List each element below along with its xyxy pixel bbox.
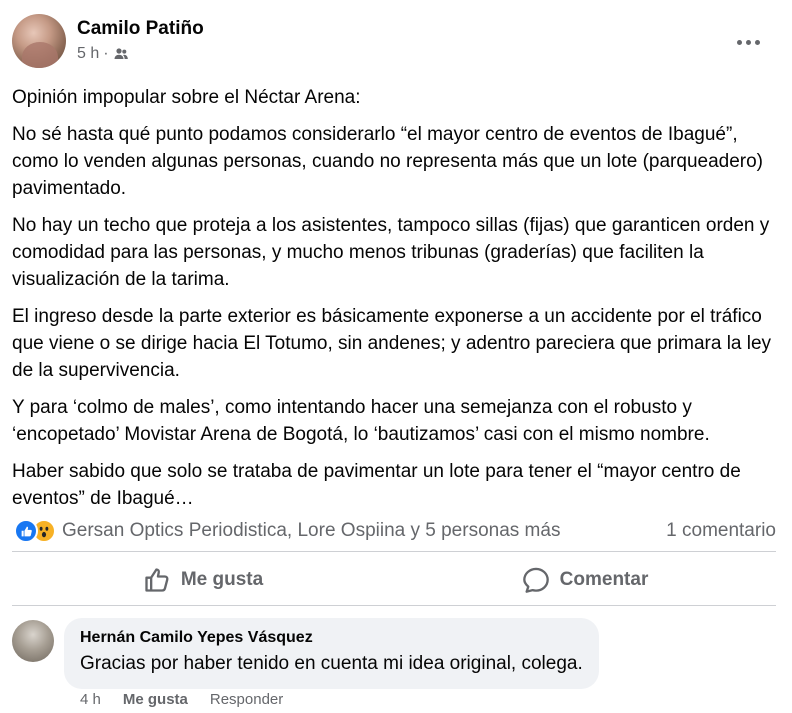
comment-text: Gracias por haber tenido en cuenta mi id… [80,653,583,674]
reactions-bar: Gersan Optics Periodistica, Lore Ospiina… [14,517,776,545]
author-avatar[interactable] [12,14,66,68]
post-actions: Me gusta Comentar [12,556,776,604]
post-paragraph: Y para ‘colmo de males’, como intentando… [12,397,710,445]
reaction-icons[interactable] [14,519,56,543]
like-icon [14,519,38,543]
commenter-avatar[interactable] [12,620,54,662]
author-name[interactable]: Camilo Patiño [77,18,204,40]
thumbs-up-icon [145,568,169,592]
post-paragraph: No hay un techo que proteja a los asiste… [12,215,770,290]
post-paragraph: Opinión impopular sobre el Néctar Arena: [12,87,361,108]
post-paragraph: Haber sabido que solo se trataba de pavi… [12,461,741,509]
comment-time[interactable]: 4 h [80,691,101,708]
reactors-text[interactable]: Gersan Optics Periodistica, Lore Ospiina… [62,520,560,542]
like-button-label: Me gusta [180,569,264,590]
post-paragraph: El ingreso desde la parte exterior es bá… [12,306,772,381]
comment-button-label: Comentar [559,569,649,590]
divider [12,605,776,606]
comment-bubble: Hernán Camilo Yepes Vásquez Gracias por … [64,618,599,689]
meta-separator: · [103,45,109,62]
more-options-button[interactable] [730,30,766,54]
friends-icon[interactable] [113,46,129,62]
more-dot-icon [736,39,742,45]
comment-like-link[interactable]: Me gusta [123,691,188,708]
post-header: Camilo Patiño 5 h · [12,14,782,70]
more-dot-icon [754,39,760,45]
post-time[interactable]: 5 h [77,45,99,63]
post-paragraph: No sé hasta qué punto podamos considerar… [12,124,764,199]
comment-bubble-icon [522,567,549,593]
commenter-name[interactable]: Hernán Camilo Yepes Vásquez [80,628,583,648]
post-body: Opinión impopular sobre el Néctar Arena:… [12,84,782,522]
comments-count[interactable]: 1 comentario [666,520,776,542]
comment-meta: 4 h Me gusta Responder [80,691,283,708]
comment-reply-link[interactable]: Responder [210,691,283,708]
like-button[interactable]: Me gusta [12,556,394,604]
more-dot-icon [745,39,751,45]
post-meta: 5 h · [77,45,129,63]
comment-button[interactable]: Comentar [394,556,776,604]
divider [12,551,776,552]
